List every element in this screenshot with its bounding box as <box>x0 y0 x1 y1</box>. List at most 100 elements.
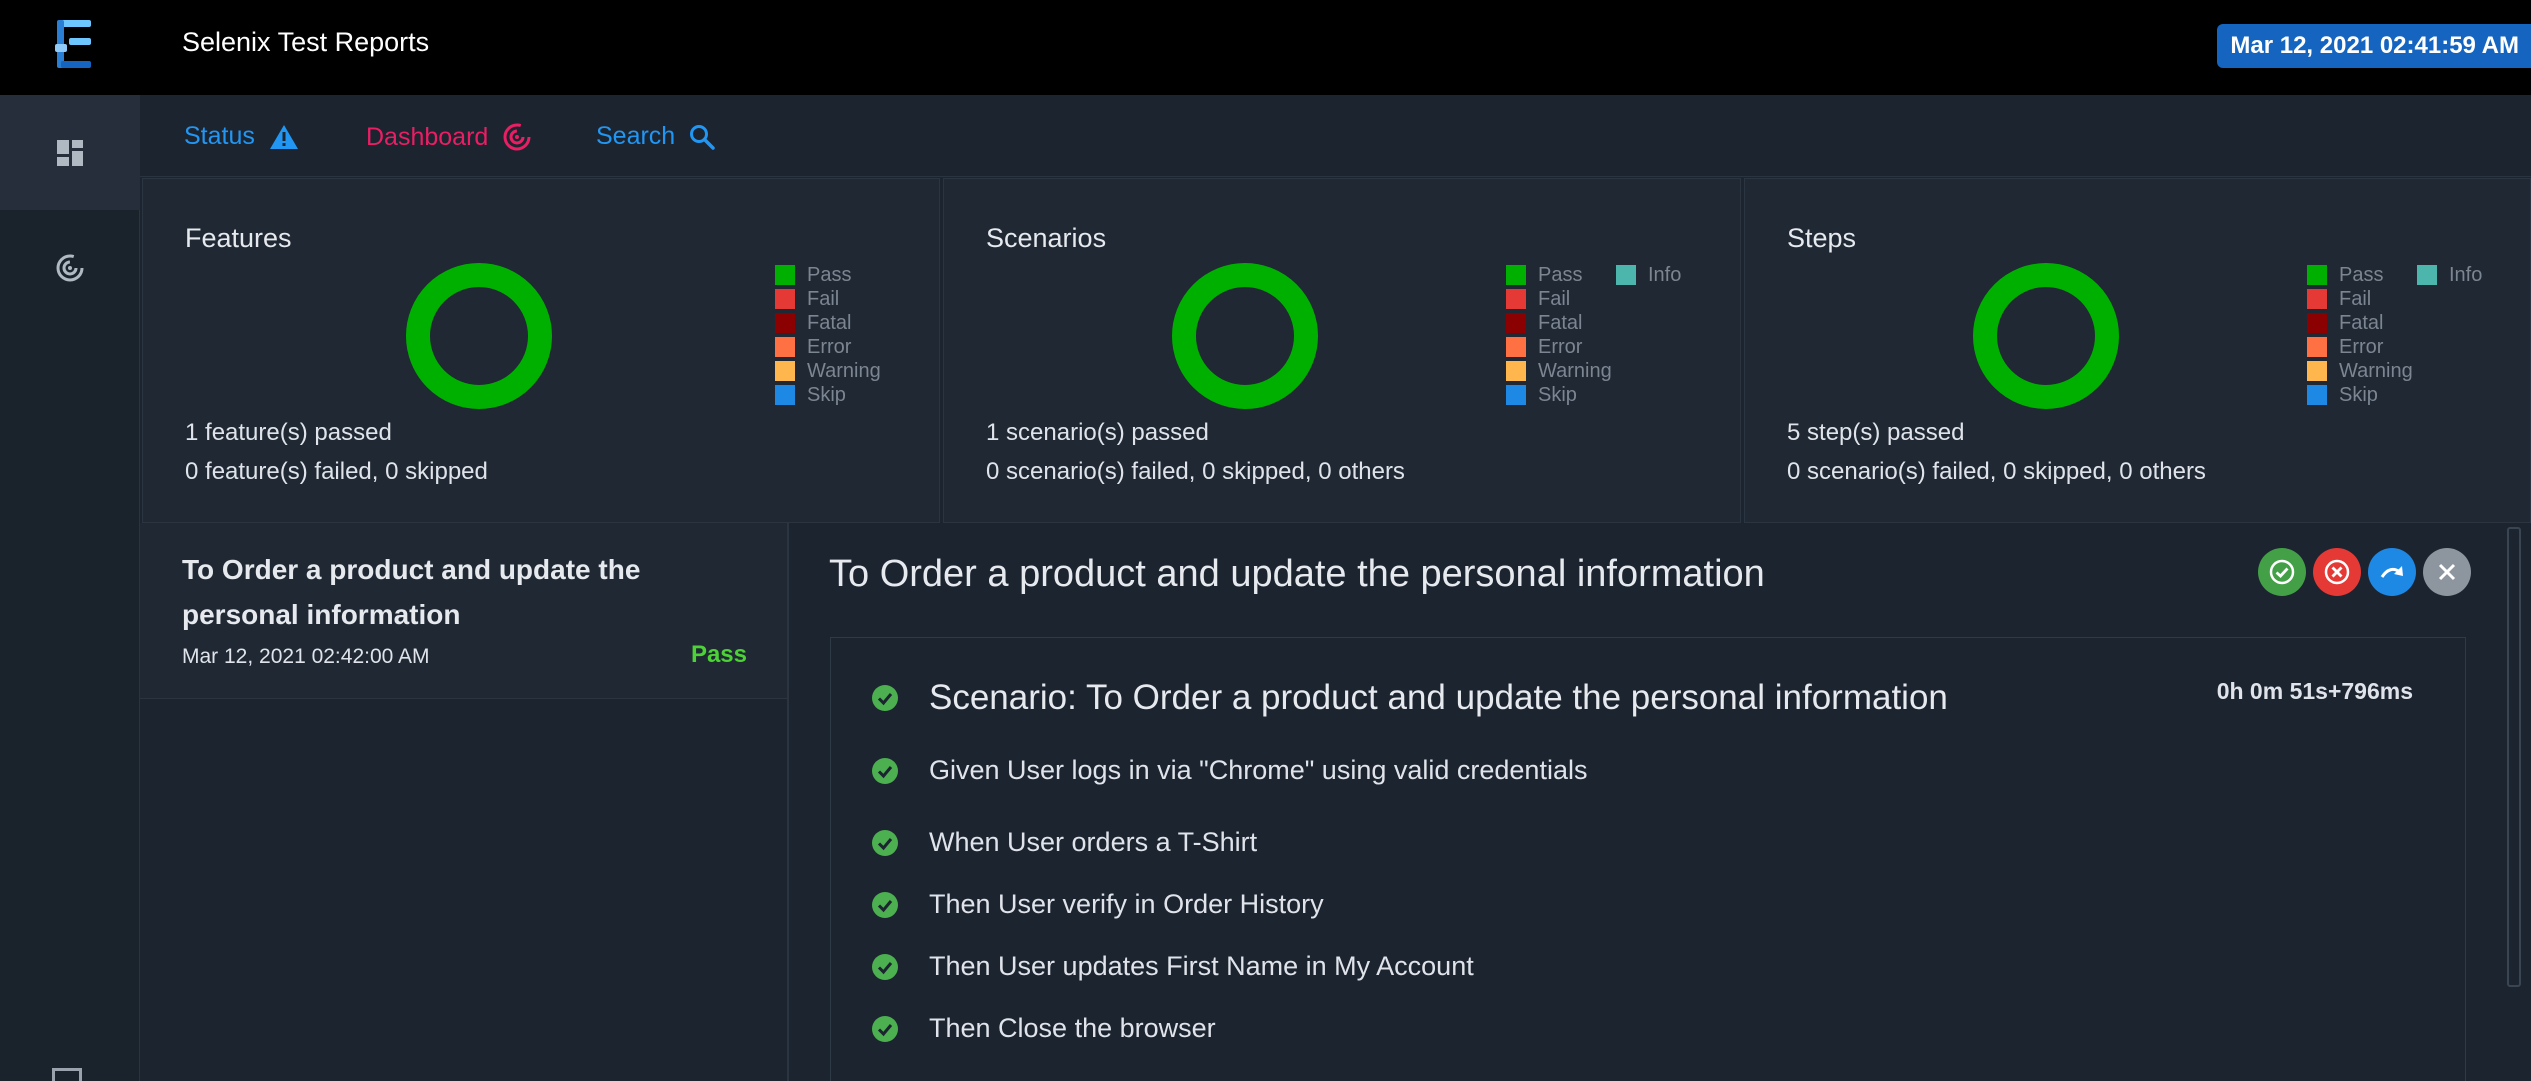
steps-failed-text: 0 scenario(s) failed, 0 skipped, 0 other… <box>1787 458 2206 485</box>
step-text: Then Close the browser <box>929 1013 1216 1043</box>
legend-fatal: Fatal <box>1506 311 1612 335</box>
sidebar <box>0 95 140 1081</box>
redo-arrow-icon <box>2380 566 2403 578</box>
legend-error: Error <box>1506 335 1612 359</box>
pass-check-icon <box>872 891 898 918</box>
radar-icon <box>503 123 531 151</box>
legend-fail: Fail <box>2307 287 2413 311</box>
status-badge: Pass <box>690 641 747 668</box>
steps-card-title: Steps <box>1787 223 1857 253</box>
app-logo-icon[interactable] <box>55 18 97 70</box>
sidebar-item-dashboard[interactable] <box>0 210 140 325</box>
steps-passed-text: 5 step(s) passed <box>1787 419 1965 446</box>
radar-icon <box>56 254 84 281</box>
test-list-panel: To Order a product and update the person… <box>140 523 789 1081</box>
steps-card: Steps Pass Fail Fatal Error Warning Skip… <box>1744 178 2531 523</box>
scenarios-legend-extra: Info <box>1616 263 1681 287</box>
step-text: Then User verify in Order History <box>929 889 1324 919</box>
legend-warning: Warning <box>1506 359 1612 383</box>
features-legend: Pass Fail Fatal Error Warning Skip <box>775 263 881 407</box>
features-passed-text: 1 feature(s) passed <box>185 419 392 446</box>
status-filters <box>2258 548 2471 596</box>
step-row: When User orders a T-Shirt <box>871 827 1257 858</box>
top-bar: Selenix Test Reports Mar 12, 2021 02:41:… <box>0 0 2531 95</box>
step-row: Then User updates First Name in My Accou… <box>871 951 1474 982</box>
step-row: Then User verify in Order History <box>871 889 1324 920</box>
pass-check-icon <box>872 685 898 711</box>
tab-status-label: Status <box>184 122 255 150</box>
pass-check-icon <box>872 757 898 784</box>
step-row: Then Close the browser <box>871 1013 1216 1044</box>
features-donut-pass-segment <box>406 263 552 409</box>
pass-check-icon <box>872 953 898 980</box>
step-row: Given User logs in via "Chrome" using va… <box>871 755 1587 786</box>
close-icon <box>2438 563 2456 581</box>
cancel-circle-icon <box>2324 559 2350 585</box>
legend-info: Info <box>2417 263 2482 287</box>
dashboard-grid-icon <box>57 139 83 166</box>
pass-check-icon <box>872 1015 898 1042</box>
steps-legend: Pass Fail Fatal Error Warning Skip <box>2307 263 2413 407</box>
legend-fatal: Fatal <box>2307 311 2413 335</box>
legend-fail: Fail <box>775 287 881 311</box>
scenario-name: Scenario: To Order a product and update … <box>929 678 1948 717</box>
test-detail-panel: To Order a product and update the person… <box>791 523 2531 1081</box>
scenarios-card-title: Scenarios <box>986 223 1107 253</box>
scenarios-donut-chart <box>1172 263 1318 409</box>
scenarios-card: Scenarios Pass Fail Fatal Error Warning … <box>943 178 1741 523</box>
scenarios-legend: Pass Fail Fatal Error Warning Skip <box>1506 263 1612 407</box>
sidebar-bottom-icon[interactable] <box>52 1068 82 1081</box>
filter-pass-button[interactable] <box>2258 548 2306 596</box>
legend-pass: Pass <box>1506 263 1612 287</box>
legend-warning: Warning <box>2307 359 2413 383</box>
report-date-badge: Mar 12, 2021 02:41:59 AM <box>2217 24 2531 68</box>
steps-legend-extra: Info <box>2417 263 2482 287</box>
pass-check-icon <box>872 829 898 856</box>
legend-skip: Skip <box>2307 383 2413 407</box>
tab-dashboard[interactable]: Dashboard <box>366 122 532 152</box>
legend-warning: Warning <box>775 359 881 383</box>
filter-clear-button[interactable] <box>2423 548 2471 596</box>
scenario-container: 0h 0m 51s+796ms Scenario: To Order a pro… <box>830 637 2466 1081</box>
tab-dashboard-label: Dashboard <box>366 122 489 151</box>
legend-skip: Skip <box>1506 383 1612 407</box>
sidebar-item-test-view[interactable] <box>0 95 140 210</box>
features-donut-chart <box>406 263 552 409</box>
features-card: Features Pass Fail Fatal Error Warning S… <box>142 178 940 523</box>
tab-search-label: Search <box>596 122 676 150</box>
scenario-header[interactable]: Scenario: To Order a product and update … <box>871 678 1948 718</box>
scenarios-donut-pass-segment <box>1172 263 1318 409</box>
legend-info: Info <box>1616 263 1681 287</box>
app-title: Selenix Test Reports <box>182 27 430 57</box>
warning-triangle-icon <box>269 124 298 149</box>
steps-donut-pass-segment <box>1973 263 2119 409</box>
scenarios-failed-text: 0 scenario(s) failed, 0 skipped, 0 other… <box>986 458 1405 485</box>
step-text: Given User logs in via "Chrome" using va… <box>929 755 1588 785</box>
filter-skip-button[interactable] <box>2368 548 2416 596</box>
test-title: To Order a product and update the person… <box>182 554 641 630</box>
check-circle-icon <box>2269 559 2295 585</box>
features-card-title: Features <box>185 223 292 253</box>
tab-status[interactable]: Status <box>184 122 299 151</box>
steps-donut-chart <box>1973 263 2119 409</box>
scenarios-passed-text: 1 scenario(s) passed <box>986 419 1209 446</box>
detail-title: To Order a product and update the person… <box>829 553 1765 595</box>
legend-skip: Skip <box>775 383 881 407</box>
detail-scrollbar[interactable] <box>2507 527 2521 987</box>
filter-fail-button[interactable] <box>2313 548 2361 596</box>
tab-search[interactable]: Search <box>596 122 715 151</box>
step-text: When User orders a T-Shirt <box>929 827 1258 857</box>
search-icon <box>690 124 715 150</box>
step-text: Then User updates First Name in My Accou… <box>929 951 1474 981</box>
legend-error: Error <box>775 335 881 359</box>
legend-pass: Pass <box>775 263 881 287</box>
features-failed-text: 0 feature(s) failed, 0 skipped <box>185 458 488 485</box>
nav-bar: Status Dashboard Search <box>140 95 2531 177</box>
scenario-duration: 0h 0m 51s+796ms <box>2216 678 2413 704</box>
legend-fail: Fail <box>1506 287 1612 311</box>
legend-pass: Pass <box>2307 263 2413 287</box>
legend-fatal: Fatal <box>775 311 881 335</box>
test-date: Mar 12, 2021 02:42:00 AM <box>182 645 430 668</box>
list-item[interactable]: To Order a product and update the person… <box>140 523 787 699</box>
legend-error: Error <box>2307 335 2413 359</box>
